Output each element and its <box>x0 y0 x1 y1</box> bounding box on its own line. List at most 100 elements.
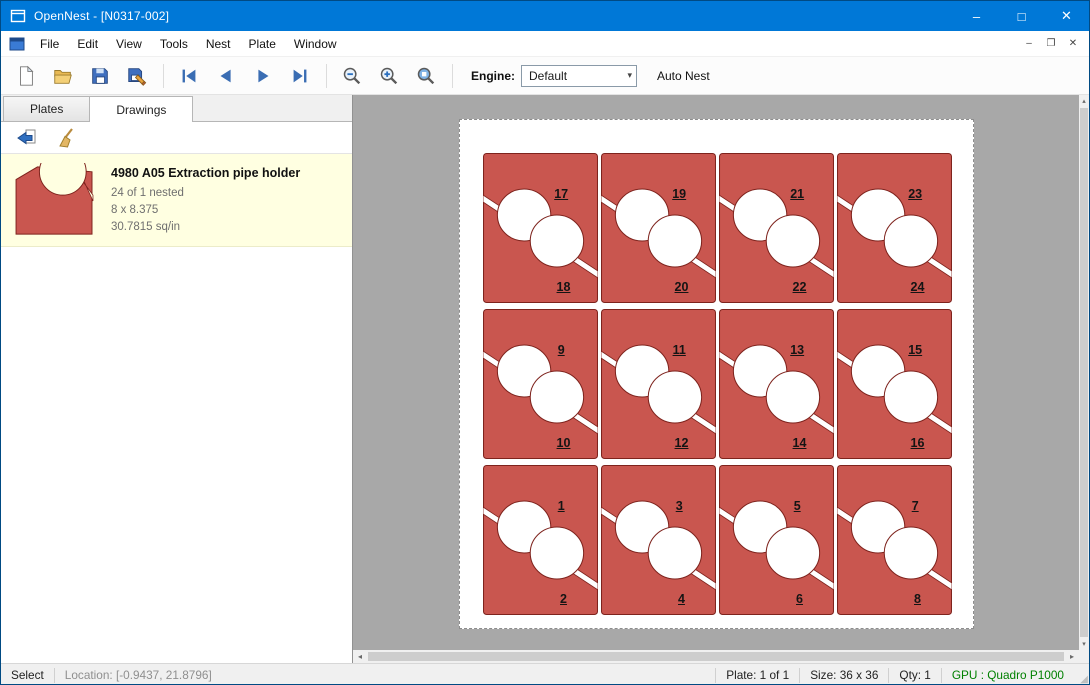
nest-block[interactable]: 5 6 <box>719 465 834 615</box>
nest-blocks: 17 18 19 20 21 22 23 24 <box>460 120 973 628</box>
app-icon <box>10 8 26 24</box>
part-number-bottom: 16 <box>911 436 925 450</box>
save-edit-icon <box>126 65 148 87</box>
menu-bar: File Edit View Tools Nest Plate Window –… <box>1 31 1089 57</box>
status-qty: Qty: 1 <box>889 668 940 682</box>
save-icon <box>89 65 111 87</box>
part-pair-shape <box>837 153 952 303</box>
part-number-top: 15 <box>908 343 922 357</box>
part-pair-shape <box>483 465 598 615</box>
part-number-bottom: 24 <box>911 280 925 294</box>
next-plate-button[interactable] <box>248 61 278 91</box>
status-bar: Select Location: [-0.9437, 21.8796] Plat… <box>1 663 1089 685</box>
part-number-top: 1 <box>558 499 565 513</box>
part-thumbnail <box>13 163 97 237</box>
menu-item-edit[interactable]: Edit <box>68 33 107 55</box>
part-number-bottom: 20 <box>675 280 689 294</box>
vertical-scroll-thumb[interactable] <box>1080 108 1088 637</box>
scroll-left-icon[interactable]: ◂ <box>353 652 367 661</box>
part-number-top: 19 <box>672 187 686 201</box>
tab-plates[interactable]: Plates <box>3 96 90 121</box>
toolbar-separator <box>452 64 453 88</box>
minimize-button[interactable]: – <box>954 1 999 31</box>
maximize-button[interactable]: □ <box>999 1 1044 31</box>
drawing-dimensions: 8 x 8.375 <box>111 202 300 219</box>
nest-block[interactable]: 15 16 <box>837 309 952 459</box>
nest-block[interactable]: 11 12 <box>601 309 716 459</box>
status-size: Size: 36 x 36 <box>800 668 888 682</box>
zoom-out-icon <box>341 65 363 87</box>
list-item[interactable]: 4980 A05 Extraction pipe holder 24 of 1 … <box>1 154 352 247</box>
part-number-top: 11 <box>673 343 686 357</box>
open-button[interactable] <box>48 61 78 91</box>
nav-first-icon <box>178 65 200 87</box>
nav-last-icon <box>289 65 311 87</box>
scroll-up-icon[interactable]: ▴ <box>1082 95 1086 107</box>
part-number-bottom: 4 <box>678 592 685 606</box>
nest-block[interactable]: 7 8 <box>837 465 952 615</box>
zoom-out-button[interactable] <box>337 61 367 91</box>
scroll-down-icon[interactable]: ▾ <box>1082 638 1086 650</box>
mdi-document-icon <box>9 37 25 51</box>
part-number-bottom: 2 <box>560 592 567 606</box>
menu-item-file[interactable]: File <box>31 33 68 55</box>
last-plate-button[interactable] <box>285 61 315 91</box>
resize-grip[interactable]: ◢ <box>1074 664 1089 685</box>
nest-canvas[interactable]: 17 18 19 20 21 22 23 24 <box>353 95 1089 663</box>
part-number-top: 13 <box>790 343 804 357</box>
menu-item-window[interactable]: Window <box>285 33 346 55</box>
chevron-down-icon: ▾ <box>627 70 632 81</box>
save-button[interactable] <box>85 61 115 91</box>
auto-nest-label[interactable]: Auto Nest <box>657 69 710 83</box>
engine-select[interactable]: Default ▾ <box>521 65 637 87</box>
menu-item-view[interactable]: View <box>107 33 151 55</box>
reload-drawing-button[interactable] <box>13 125 41 151</box>
nest-block[interactable]: 17 18 <box>483 153 598 303</box>
menu-item-tools[interactable]: Tools <box>151 33 197 55</box>
status-plate: Plate: 1 of 1 <box>716 668 799 682</box>
zoom-in-button[interactable] <box>374 61 404 91</box>
menu-item-plate[interactable]: Plate <box>240 33 285 55</box>
nest-block[interactable]: 23 24 <box>837 153 952 303</box>
save-as-button[interactable] <box>122 61 152 91</box>
nest-block[interactable]: 19 20 <box>601 153 716 303</box>
mdi-restore-button[interactable]: ❐ <box>1041 35 1061 53</box>
part-number-bottom: 14 <box>793 436 807 450</box>
nest-block[interactable]: 13 14 <box>719 309 834 459</box>
status-gpu: GPU : Quadro P1000 <box>942 668 1074 682</box>
part-number-top: 23 <box>908 187 922 201</box>
drawing-list: 4980 A05 Extraction pipe holder 24 of 1 … <box>1 154 352 663</box>
nest-block[interactable]: 3 4 <box>601 465 716 615</box>
horizontal-scroll-thumb[interactable] <box>368 652 1064 661</box>
mdi-close-button[interactable]: ✕ <box>1063 35 1083 53</box>
canvas-vertical-scrollbar[interactable]: ▴ ▾ <box>1079 95 1089 650</box>
close-button[interactable]: ✕ <box>1044 1 1089 31</box>
part-number-bottom: 8 <box>914 592 921 606</box>
drawings-toolbar <box>1 122 352 154</box>
nest-block[interactable]: 21 22 <box>719 153 834 303</box>
zoom-fit-button[interactable] <box>411 61 441 91</box>
part-pair-shape <box>837 309 952 459</box>
part-number-bottom: 18 <box>557 280 571 294</box>
mdi-minimize-button[interactable]: – <box>1019 35 1039 53</box>
import-arrow-icon <box>16 127 38 149</box>
open-folder-icon <box>52 65 74 87</box>
menu-item-nest[interactable]: Nest <box>197 33 240 55</box>
plate: 17 18 19 20 21 22 23 24 <box>459 119 974 629</box>
part-number-top: 3 <box>676 499 683 513</box>
first-plate-button[interactable] <box>174 61 204 91</box>
new-button[interactable] <box>11 61 41 91</box>
canvas-horizontal-scrollbar[interactable]: ◂ ▸ <box>353 650 1079 663</box>
nest-block[interactable]: 1 2 <box>483 465 598 615</box>
tab-drawings[interactable]: Drawings <box>89 96 193 122</box>
window-title: OpenNest - [N0317-002] <box>34 9 169 23</box>
part-number-top: 7 <box>912 499 919 513</box>
main-toolbar: Engine: Default ▾ Auto Nest <box>1 57 1089 95</box>
scroll-right-icon[interactable]: ▸ <box>1065 652 1079 661</box>
clear-drawings-button[interactable] <box>53 125 81 151</box>
part-pair-shape <box>719 309 834 459</box>
part-pair-shape <box>837 465 952 615</box>
nest-block[interactable]: 9 10 <box>483 309 598 459</box>
previous-plate-button[interactable] <box>211 61 241 91</box>
part-pair-shape <box>601 309 716 459</box>
